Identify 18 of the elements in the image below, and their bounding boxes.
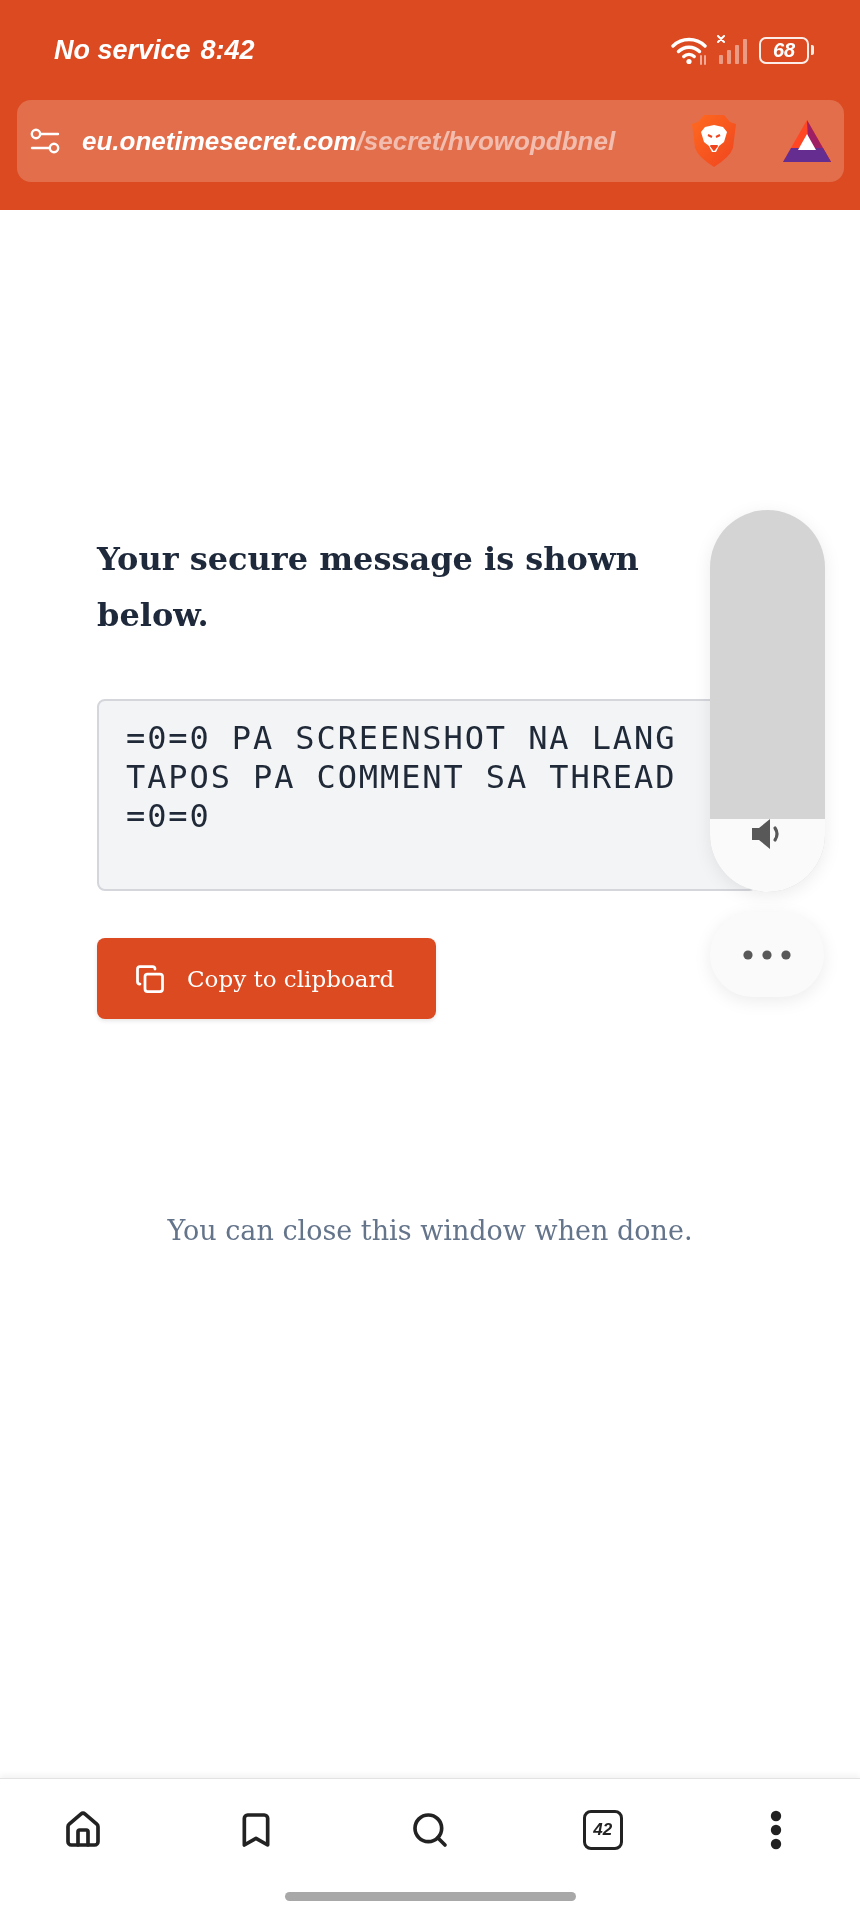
page-heading: Your secure message is shown below. (97, 539, 640, 636)
carrier-status: No service (54, 34, 191, 66)
tabs-button[interactable]: 42 (582, 1810, 623, 1850)
volume-slider[interactable] (710, 510, 825, 892)
lion-shield-icon[interactable] (692, 115, 736, 167)
copy-to-clipboard-button[interactable]: Copy to clipboard (97, 938, 436, 1019)
home-icon (63, 1810, 103, 1850)
settings-icon[interactable] (30, 126, 60, 156)
triangle-icon[interactable] (783, 120, 831, 162)
wifi-icon (671, 35, 709, 65)
battery-indicator: 68 (759, 36, 814, 64)
url-text[interactable]: eu.onetimesecret.com/secret/hvowopdbnel (82, 125, 616, 157)
more-vertical-icon (770, 1810, 782, 1850)
address-bar[interactable]: eu.onetimesecret.com/secret/hvowopdbnel (17, 100, 844, 182)
more-dots-icon (743, 949, 791, 960)
clock-time: 8:42 (200, 34, 255, 66)
close-window-note: You can close this window when done. (167, 1214, 693, 1248)
copy-icon (135, 963, 165, 994)
